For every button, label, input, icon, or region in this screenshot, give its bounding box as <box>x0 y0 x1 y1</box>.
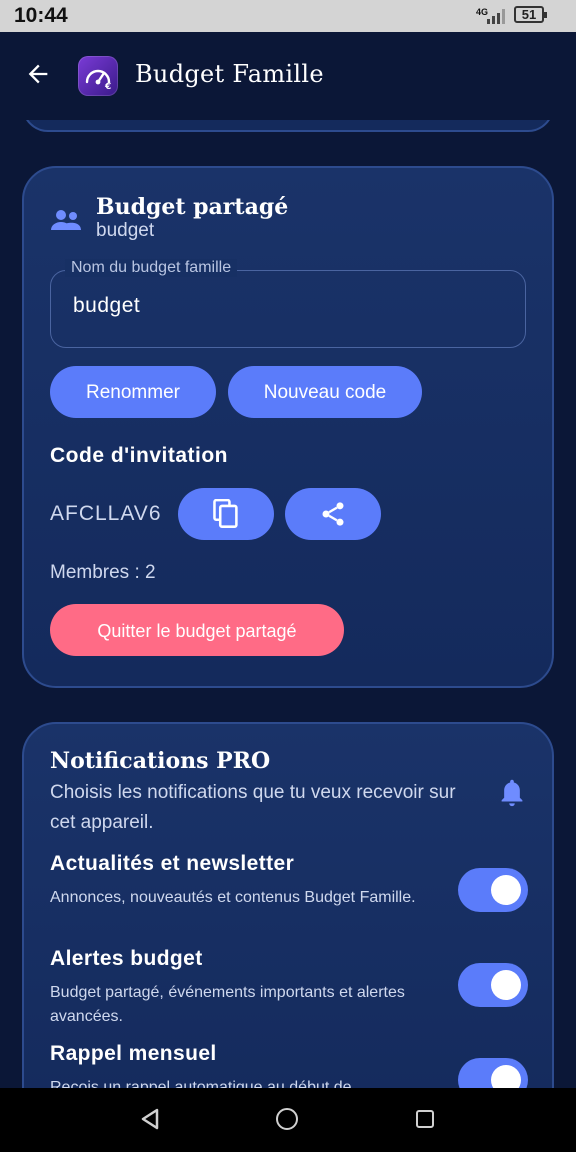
bell-icon <box>501 779 523 807</box>
nav-home-icon[interactable] <box>276 1108 298 1130</box>
new-code-button[interactable]: Nouveau code <box>228 366 422 418</box>
toggle-knob <box>491 1065 521 1088</box>
notif-monthly-reminder-toggle[interactable] <box>458 1058 528 1088</box>
nav-back-icon[interactable] <box>140 1108 160 1130</box>
shared-budget-card: Budget partagé budget Nom du budget fami… <box>22 166 554 688</box>
notif-news-title: Actualités et newsletter <box>50 852 295 875</box>
rename-button[interactable]: Renommer <box>50 366 216 418</box>
system-nav-bar <box>0 1088 576 1152</box>
people-icon <box>51 210 81 230</box>
settings-scroll-area[interactable]: Budget partagé budget Nom du budget fami… <box>0 120 576 1088</box>
budget-name-field[interactable]: Nom du budget famille <box>50 259 526 348</box>
speedometer-icon: € <box>85 69 111 92</box>
app-bar: € Budget Famille <box>0 32 576 120</box>
invite-code-value: AFCLLAV6 <box>50 502 162 525</box>
status-bar: 10:44 4G 51 <box>0 0 576 32</box>
share-icon <box>322 502 344 526</box>
notifications-description: Choisis les notifications que tu veux re… <box>50 782 456 833</box>
toggle-knob <box>491 970 521 1000</box>
notif-budget-alerts-toggle[interactable] <box>458 963 528 1007</box>
notif-budget-alerts-title: Alertes budget <box>50 947 203 970</box>
notif-news-toggle[interactable] <box>458 868 528 912</box>
notifications-title: Notifications PRO <box>50 748 271 774</box>
previous-card <box>22 120 554 132</box>
signal-icon <box>487 9 505 24</box>
back-arrow-icon[interactable] <box>24 60 52 88</box>
status-time: 10:44 <box>14 4 68 27</box>
svg-text:€: € <box>104 82 111 92</box>
nav-recent-apps-icon[interactable] <box>416 1110 434 1128</box>
notif-monthly-reminder-title: Rappel mensuel <box>50 1042 217 1065</box>
share-code-button[interactable] <box>285 488 381 540</box>
notif-budget-alerts-description: Budget partagé, événements importants et… <box>50 984 405 1025</box>
shared-budget-title: Budget partagé <box>96 194 289 220</box>
notif-news-description: Annonces, nouveautés et contenus Budget … <box>50 889 416 906</box>
notifications-card: Notifications PRO Choisis les notificati… <box>22 722 554 1088</box>
battery-icon: 51 <box>514 6 547 23</box>
members-count: Membres : 2 <box>50 562 156 583</box>
invite-code-title: Code d'invitation <box>50 444 228 467</box>
app-logo: € <box>78 56 118 96</box>
quit-shared-budget-button[interactable]: Quitter le budget partagé <box>50 604 344 656</box>
budget-name-label: Nom du budget famille <box>65 259 238 277</box>
app-title: Budget Famille <box>135 60 324 88</box>
shared-budget-subtitle: budget <box>96 220 155 241</box>
notif-monthly-reminder-description: Reçois un rappel automatique au début de <box>50 1079 352 1088</box>
copy-icon <box>213 499 238 528</box>
budget-name-input[interactable] <box>71 293 515 319</box>
copy-code-button[interactable] <box>178 488 274 540</box>
toggle-knob <box>491 875 521 905</box>
battery-level: 51 <box>521 7 537 22</box>
